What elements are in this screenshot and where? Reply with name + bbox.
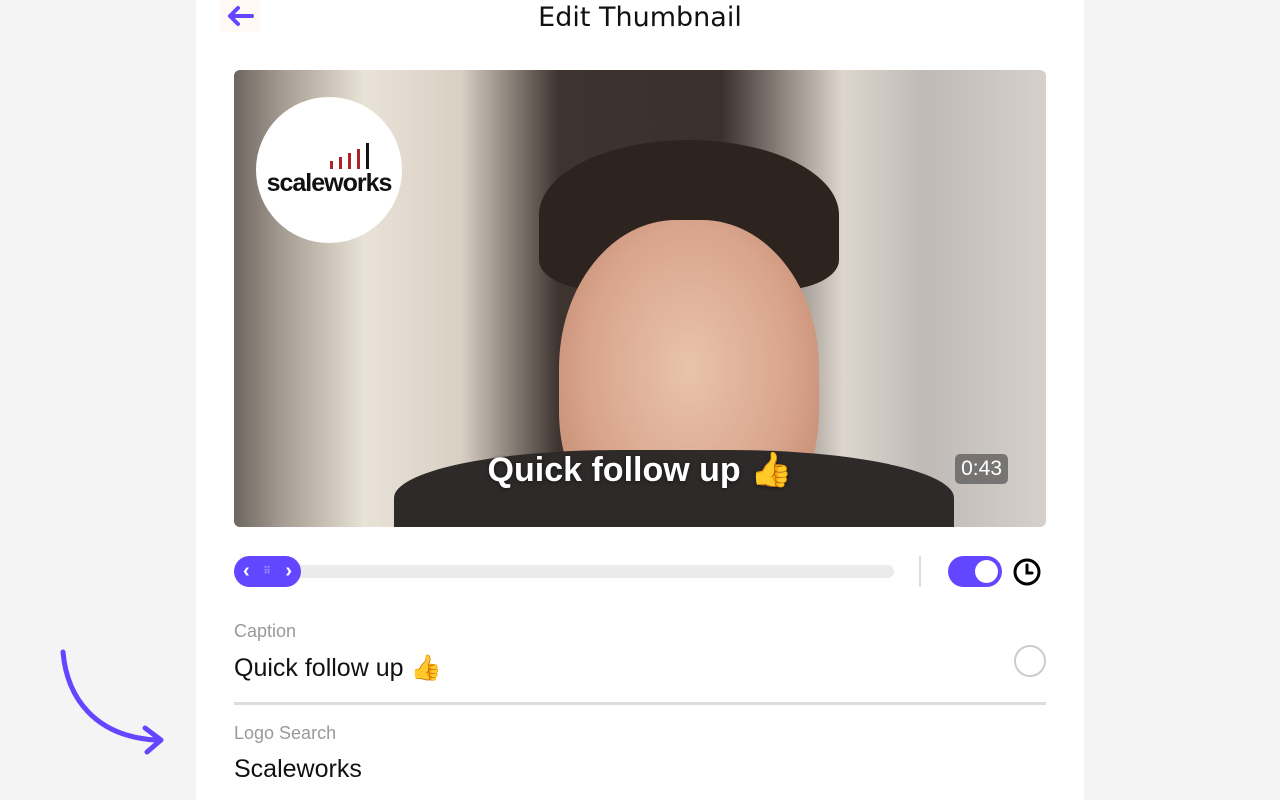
timestamp-toggle[interactable] [948,556,1002,587]
caption-underline [234,702,1046,705]
chevron-left-icon: ‹ [243,560,250,582]
timeline-track[interactable] [234,565,894,578]
caption-radio[interactable] [1014,645,1046,677]
video-thumbnail[interactable]: scaleworks Quick follow up 👍 0:43 [234,70,1046,527]
curved-arrow-icon [60,649,164,755]
duration-badge: 0:43 [955,454,1008,484]
logo-search-input[interactable]: Scaleworks [234,755,362,784]
logo-search-label: Logo Search [234,723,337,743]
video-caption: Quick follow up 👍 [487,451,793,489]
page-title: Edit Thumbnail [538,2,742,33]
chevron-right-icon: › [285,560,292,582]
caption-input[interactable]: Quick follow up 👍 [234,654,442,683]
timeline-scrubber-handle[interactable]: ‹ ⠿ › [234,556,301,587]
clock-icon [1013,558,1041,586]
caption-label: Caption [234,621,297,641]
divider [919,556,921,587]
grip-icon: ⠿ [263,566,272,577]
company-logo: scaleworks [256,97,402,243]
